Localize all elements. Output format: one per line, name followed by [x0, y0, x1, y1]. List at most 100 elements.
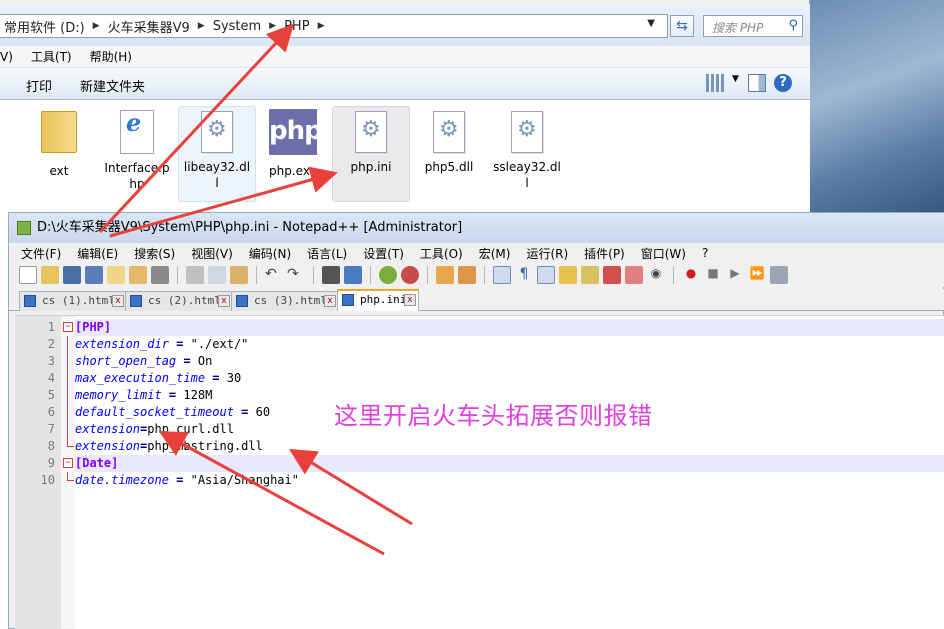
undo-icon[interactable]: ↶	[265, 266, 283, 284]
menu-plugins[interactable]: 插件(P)	[584, 245, 625, 262]
play-macro-icon[interactable]: ▶	[726, 266, 744, 284]
file-item[interactable]: ⚙ libeay32.dll	[178, 106, 256, 202]
close-icon[interactable]: x	[404, 294, 416, 306]
refresh-button[interactable]: ⇆	[670, 15, 694, 37]
code-line[interactable]: 2 extension_dir = "./ext/"	[48, 336, 944, 353]
new-folder-button[interactable]: 新建文件夹	[80, 76, 145, 95]
file-item[interactable]: ext	[20, 106, 98, 202]
show-all-chars-icon[interactable]: ¶	[515, 266, 533, 284]
tab-cs-2[interactable]: cs (2).html x	[125, 291, 233, 311]
replace-icon[interactable]	[344, 266, 362, 284]
window-title: D:\火车采集器V9\System\PHP\php.ini - Notepad+…	[37, 220, 463, 235]
print-icon[interactable]	[151, 266, 169, 284]
tab-php-ini[interactable]: php.ini x	[337, 289, 419, 311]
code-line[interactable]: 3 short_open_tag = On	[48, 353, 944, 370]
doc-map-icon[interactable]	[581, 266, 599, 284]
run-macro-multiple-icon[interactable]: ⏩	[748, 266, 766, 284]
menu-run[interactable]: 运行(R)	[526, 245, 568, 262]
udl-icon[interactable]	[559, 266, 577, 284]
close-icon[interactable]: x	[112, 295, 124, 307]
file-item[interactable]: e Interface.php	[98, 106, 176, 202]
copy-icon[interactable]	[208, 266, 226, 284]
file-item[interactable]: ⚙ php5.dll	[410, 106, 488, 202]
menu-help[interactable]: 帮助(H)	[90, 48, 132, 65]
breadcrumb-sep-icon[interactable]: ▶	[269, 21, 276, 31]
code-line[interactable]: 1− [PHP]	[48, 319, 944, 336]
file-name: php.exe	[269, 164, 317, 178]
menu-encoding[interactable]: 编码(N)	[249, 245, 291, 262]
address-bar[interactable]: 常用软件 (D:) ▶ 火车采集器V9 ▶ System ▶ PHP ▶ ▼	[0, 14, 668, 38]
menu-search[interactable]: 搜索(S)	[134, 245, 175, 262]
word-wrap-icon[interactable]	[493, 266, 511, 284]
help-icon[interactable]: ?	[774, 74, 792, 92]
record-macro-icon[interactable]: ●	[682, 266, 700, 284]
menu-settings[interactable]: 设置(T)	[363, 245, 404, 262]
file-item[interactable]: php php.exe	[254, 106, 332, 202]
code-editor[interactable]: 1− [PHP] 2 extension_dir = "./ext/" 3 short_o…	[15, 315, 944, 629]
code-line[interactable]: 10 date.timezone = "Asia/Shanghai"	[41, 472, 944, 489]
monitoring-icon[interactable]: ◉	[647, 266, 665, 284]
save-macro-icon[interactable]	[770, 266, 788, 284]
fold-toggle-icon[interactable]: −	[63, 322, 73, 332]
code-line[interactable]: 9− [Date]	[48, 455, 944, 472]
breadcrumb-system[interactable]: System	[213, 19, 261, 34]
breadcrumb-sep-icon[interactable]: ▶	[318, 21, 325, 31]
close-all-icon[interactable]	[129, 266, 147, 284]
sync-vertical-icon[interactable]	[436, 266, 454, 284]
file-item[interactable]: ⚙ ssleay32.dll	[488, 106, 566, 202]
new-file-icon[interactable]	[19, 266, 37, 284]
save-all-icon[interactable]	[85, 266, 103, 284]
ini-key: extension	[75, 439, 141, 453]
code-line[interactable]: 4 max_execution_time = 30	[48, 370, 944, 387]
menu-file[interactable]: 文件(F)	[21, 245, 61, 262]
fold-toggle-icon[interactable]: −	[63, 458, 73, 468]
chevron-down-icon[interactable]: ▼	[647, 18, 655, 29]
ini-value: php_curl.dll	[147, 422, 234, 436]
file-item[interactable]: ⚙ php.ini	[332, 106, 410, 202]
zoom-in-icon[interactable]	[379, 266, 397, 284]
search-icon[interactable]: ⚲	[788, 18, 798, 33]
paste-icon[interactable]	[230, 266, 248, 284]
close-icon[interactable]: x	[218, 295, 230, 307]
menu-tools[interactable]: 工具(T)	[31, 48, 72, 65]
menu-view[interactable]: 视图(V)	[191, 245, 233, 262]
tab-cs-3[interactable]: cs (3).html x	[231, 291, 339, 311]
preview-pane-icon[interactable]	[748, 74, 766, 92]
ini-operator: =	[161, 388, 184, 402]
menu-macro[interactable]: 宏(M)	[479, 245, 511, 262]
breadcrumb-folder[interactable]: 火车采集器V9	[108, 17, 190, 36]
toolbar-separator	[673, 266, 674, 284]
menu-language[interactable]: 语言(L)	[307, 245, 347, 262]
folder-workspace-icon[interactable]	[625, 266, 643, 284]
breadcrumb-php[interactable]: PHP	[284, 19, 309, 34]
stop-macro-icon[interactable]: ■	[704, 266, 722, 284]
cut-icon[interactable]	[186, 266, 204, 284]
menu-edit[interactable]: 编辑(E)	[77, 245, 118, 262]
breadcrumb-sep-icon[interactable]: ▶	[93, 21, 100, 31]
function-list-icon[interactable]	[603, 266, 621, 284]
breadcrumb-drive[interactable]: 常用软件 (D:)	[4, 17, 85, 36]
search-input[interactable]: 搜索 PHP ⚲	[703, 15, 803, 37]
breadcrumb-sep-icon[interactable]: ▶	[198, 21, 205, 31]
view-mode-icon[interactable]	[706, 74, 724, 92]
window-title-bar[interactable]: D:\火车采集器V9\System\PHP\php.ini - Notepad+…	[9, 213, 944, 243]
redo-icon[interactable]: ↷	[287, 266, 305, 284]
toolbar-separator	[177, 266, 178, 284]
code-line[interactable]: 8 extension=php_mbstring.dll	[48, 438, 944, 455]
find-icon[interactable]	[322, 266, 340, 284]
indent-guide-icon[interactable]	[537, 266, 555, 284]
sync-horizontal-icon[interactable]	[458, 266, 476, 284]
open-file-icon[interactable]	[41, 266, 59, 284]
menu-tools[interactable]: 工具(O)	[420, 245, 463, 262]
chevron-down-icon[interactable]: ▼	[732, 74, 740, 92]
print-button[interactable]: 打印	[26, 76, 52, 95]
menu-help[interactable]: ?	[702, 246, 708, 260]
close-file-icon[interactable]	[107, 266, 125, 284]
menu-view[interactable]: V)	[0, 50, 13, 64]
menu-window[interactable]: 窗口(W)	[641, 245, 686, 262]
ini-value: "./ext/"	[190, 337, 249, 351]
zoom-out-icon[interactable]	[401, 266, 419, 284]
tab-cs-1[interactable]: cs (1).html x	[19, 291, 127, 311]
close-icon[interactable]: x	[324, 295, 336, 307]
save-icon[interactable]	[63, 266, 81, 284]
